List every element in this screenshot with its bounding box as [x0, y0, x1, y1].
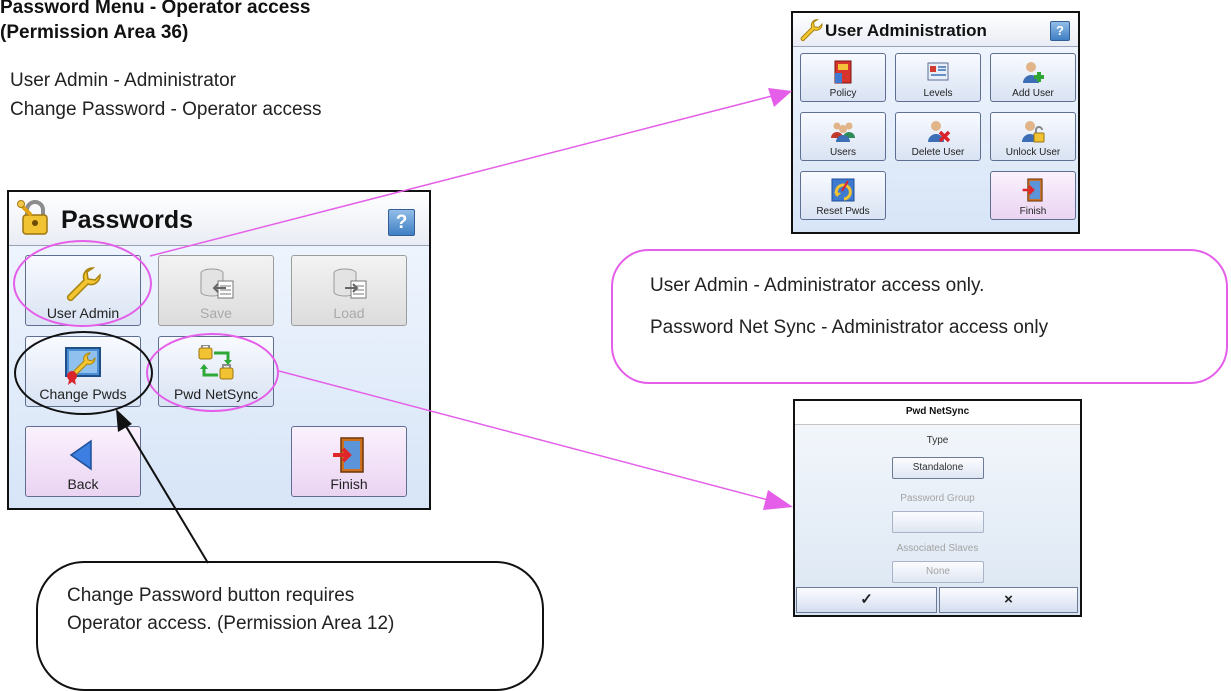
save-label: Save — [200, 305, 232, 321]
user-administration-titlebar: User Administration ? — [793, 13, 1078, 47]
users-button[interactable]: Users — [800, 112, 886, 161]
arrow-head-user-administration — [768, 88, 792, 107]
admin-access-callout: User Admin - Administrator access only. … — [611, 249, 1228, 384]
levels-card-icon — [925, 59, 951, 85]
finish-button[interactable]: Finish — [990, 171, 1076, 220]
users-group-icon — [830, 118, 856, 144]
user-admin-highlight-ring — [13, 240, 152, 327]
back-arrow-icon — [63, 435, 103, 475]
pwd-netsync-dialog: Pwd NetSync Type Standalone Password Gro… — [793, 399, 1082, 617]
exit-door-icon — [329, 435, 369, 475]
unlock-user-icon — [1020, 118, 1046, 144]
database-export-icon — [196, 264, 236, 304]
wrench-icon — [798, 17, 824, 43]
load-label: Load — [333, 305, 365, 321]
reset-password-icon — [830, 177, 856, 203]
reset-pwds-label: Reset Pwds — [816, 206, 870, 217]
policy-button[interactable]: Policy — [800, 53, 886, 102]
add-user-label: Add User — [1012, 88, 1054, 99]
padlock-key-icon — [17, 199, 55, 237]
load-button[interactable]: Load — [291, 255, 407, 326]
database-import-icon — [329, 264, 369, 304]
save-button[interactable]: Save — [158, 255, 274, 326]
user-administration-button-area: Policy Levels Add User Users Delete User — [793, 47, 1078, 232]
ok-button[interactable]: ✓ — [796, 587, 937, 613]
finish-button[interactable]: Finish — [291, 426, 407, 497]
figure-heading: Password Menu - Operator access (Permiss… — [0, 0, 310, 45]
type-field[interactable]: Standalone — [892, 457, 984, 479]
arrow-head-pwd-netsync — [763, 490, 793, 510]
reset-pwds-button[interactable]: Reset Pwds — [800, 171, 886, 220]
policy-binder-icon — [830, 59, 856, 85]
user-administration-title: User Administration — [825, 21, 987, 40]
change-password-callout: Change Password button requires Operator… — [36, 561, 544, 691]
policy-label: Policy — [829, 88, 857, 99]
help-button[interactable]: ? — [1050, 21, 1070, 41]
callout-admin-line-2: Password Net Sync - Administrator access… — [650, 317, 1049, 338]
finish-label: Finish — [330, 476, 368, 492]
password-group-field[interactable] — [892, 511, 984, 533]
callout-change-line-2: Operator access. (Permission Area 12) — [67, 613, 395, 634]
associated-slaves-field[interactable]: None — [892, 561, 984, 583]
unlock-user-label: Unlock User — [1005, 147, 1061, 158]
summary-line-1: User Admin - Administrator — [10, 70, 236, 91]
callout-change-line-1: Change Password button requires — [67, 585, 355, 606]
password-group-label: Password Group — [900, 493, 975, 504]
levels-label: Levels — [923, 88, 953, 99]
user-administration-window: User Administration ? Policy Levels Add … — [791, 11, 1080, 234]
back-label: Back — [67, 476, 99, 492]
users-label: Users — [829, 147, 857, 158]
exit-door-icon — [1020, 177, 1046, 203]
help-button[interactable]: ? — [388, 209, 415, 236]
heading-line-2: (Permission Area 36) — [0, 22, 189, 43]
pwd-netsync-titlebar: Pwd NetSync — [795, 401, 1080, 425]
access-summary: User Admin - Administrator Change Passwo… — [10, 66, 322, 124]
pwd-netsync-title: Pwd NetSync — [905, 406, 970, 417]
summary-line-2: Change Password - Operator access — [10, 99, 322, 120]
add-user-icon — [1020, 59, 1046, 85]
heading-line-1: Password Menu - Operator access — [0, 0, 311, 18]
finish-label: Finish — [1019, 206, 1047, 217]
passwords-title: Passwords — [61, 206, 194, 234]
pwd-netsync-highlight-ring — [146, 333, 279, 412]
associated-slaves-label: Associated Slaves — [896, 543, 979, 554]
levels-button[interactable]: Levels — [895, 53, 981, 102]
back-button[interactable]: Back — [25, 426, 141, 497]
cancel-button[interactable]: × — [939, 587, 1078, 613]
type-label: Type — [926, 435, 949, 446]
delete-user-icon — [925, 118, 951, 144]
delete-user-button[interactable]: Delete User — [895, 112, 981, 161]
unlock-user-button[interactable]: Unlock User — [990, 112, 1076, 161]
delete-user-label: Delete User — [911, 147, 965, 158]
passwords-titlebar: Passwords ? — [9, 192, 429, 246]
callout-admin-line-1: User Admin - Administrator access only. — [650, 275, 985, 296]
add-user-button[interactable]: Add User — [990, 53, 1076, 102]
change-pwds-highlight-ring — [14, 331, 153, 415]
